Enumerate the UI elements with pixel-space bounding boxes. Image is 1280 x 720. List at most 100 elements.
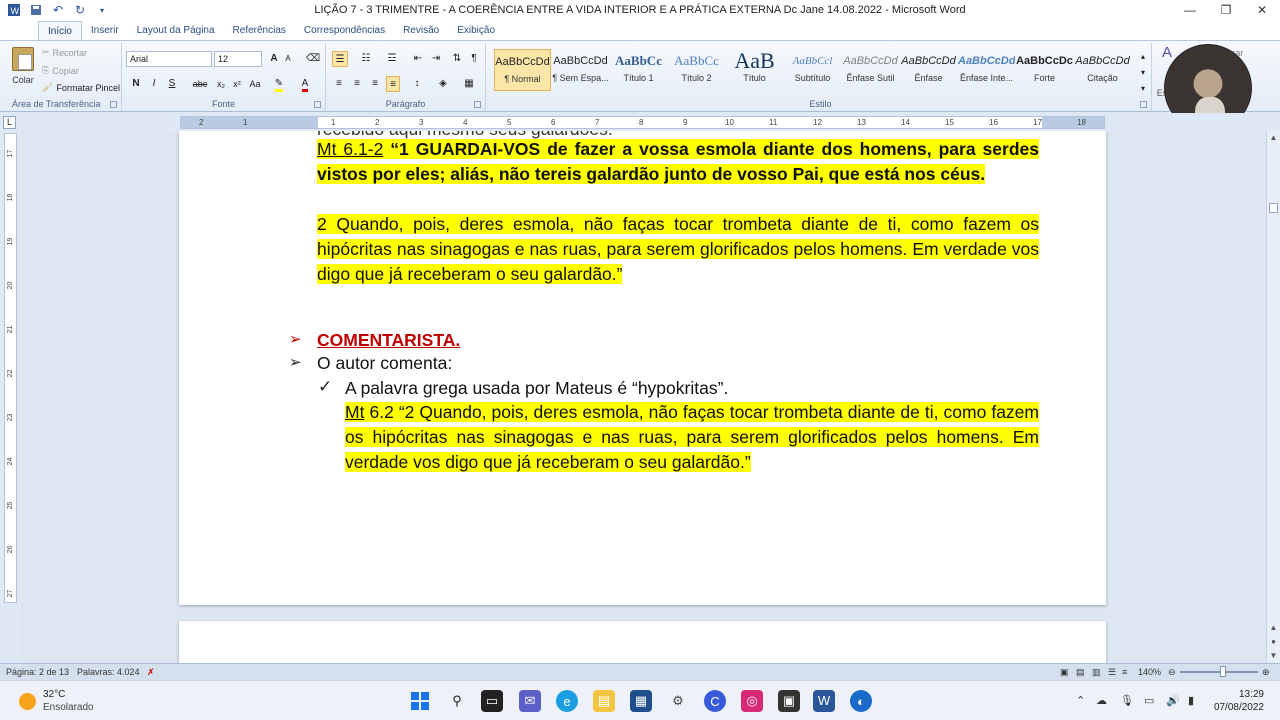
styles-more-icon[interactable]: ▾ xyxy=(1138,81,1148,97)
shading-icon[interactable]: ◈ xyxy=(434,76,452,92)
numbering-icon[interactable]: ☷ xyxy=(358,51,374,67)
styles-launcher[interactable] xyxy=(1140,101,1147,108)
shrink-font-button[interactable]: A xyxy=(282,51,294,67)
archive-icon[interactable]: ▣ xyxy=(778,690,800,712)
style-subtitle[interactable]: AaBbCcl Subtítulo xyxy=(784,49,841,91)
battery-icon[interactable]: ▮ xyxy=(1188,694,1194,707)
microphone-icon[interactable]: 🎙 xyxy=(1120,694,1134,707)
search-icon[interactable]: ⚲ xyxy=(446,690,468,712)
increase-indent-icon[interactable]: ⇥ xyxy=(428,51,444,67)
font-launcher[interactable] xyxy=(314,101,321,108)
print-layout-icon[interactable]: ▣ xyxy=(1060,667,1069,678)
line-spacing-icon[interactable]: ↕ xyxy=(408,76,426,92)
onedrive-icon[interactable]: ☁ xyxy=(1096,694,1107,707)
styles-scroll-up-icon[interactable]: ▴ xyxy=(1138,49,1148,65)
font-size-box[interactable]: 12 xyxy=(214,51,262,67)
multilevel-list-icon[interactable]: ☲ xyxy=(384,51,400,67)
show-hidden-icons[interactable]: ⌃ xyxy=(1076,694,1085,707)
settings-gear-icon[interactable]: ⚙ xyxy=(667,690,689,712)
weather-temp[interactable]: 32°C xyxy=(43,689,65,700)
justify-icon[interactable]: ≡ xyxy=(386,76,400,92)
select-browse-icon[interactable]: ● xyxy=(1267,635,1280,649)
change-case-button[interactable]: Aa xyxy=(246,76,264,92)
save-icon[interactable] xyxy=(28,2,44,18)
zoom-out-icon[interactable]: ⊖ xyxy=(1168,667,1176,678)
highlight-color-icon[interactable]: ✎ xyxy=(272,76,286,92)
tab-exibicao[interactable]: Exibição xyxy=(448,21,504,40)
style-subtle-emphasis[interactable]: AaBbCcDd Ênfase Sutil xyxy=(842,49,899,91)
style-emphasis[interactable]: AaBbCcDd Ênfase xyxy=(900,49,957,91)
outline-icon[interactable]: ☰ xyxy=(1108,667,1116,678)
edge-icon[interactable]: e xyxy=(556,690,578,712)
undo-icon[interactable]: ↶ xyxy=(50,2,66,18)
clear-format-icon[interactable]: ⌫ xyxy=(306,51,320,67)
scroll-up-icon[interactable]: ▲ xyxy=(1267,131,1280,145)
paragraph-launcher[interactable] xyxy=(474,101,481,108)
restore-button[interactable]: ❐ xyxy=(1208,0,1244,20)
grow-font-button[interactable]: A xyxy=(268,51,280,67)
next-page[interactable] xyxy=(179,621,1106,663)
instagram-icon[interactable]: ◎ xyxy=(741,690,763,712)
style-no-spacing[interactable]: AaBbCcDd ¶ Sem Espa... xyxy=(552,49,609,91)
zoom-in-icon[interactable]: ⊕ xyxy=(1262,667,1270,678)
full-screen-icon[interactable]: ▤ xyxy=(1076,667,1085,678)
bullets-icon[interactable]: ☰ xyxy=(332,51,348,67)
italic-button[interactable]: I xyxy=(148,76,160,92)
weather-desc[interactable]: Ensolarado xyxy=(43,702,94,713)
scroll-thumb[interactable] xyxy=(1269,203,1278,213)
task-view-icon[interactable]: ▭ xyxy=(481,690,503,712)
style-heading-2[interactable]: AaBbCc Título 2 xyxy=(668,49,725,91)
style-strong[interactable]: AaBbCcDc Forte xyxy=(1016,49,1073,91)
show-marks-button[interactable]: ¶ xyxy=(468,51,480,67)
align-left-icon[interactable]: ≡ xyxy=(332,76,346,92)
store-icon[interactable]: ▦ xyxy=(630,690,652,712)
tab-correspondencias[interactable]: Correspondências xyxy=(295,21,394,40)
app-c-icon[interactable]: C xyxy=(704,690,726,712)
page-count[interactable]: Página: 2 de 13 xyxy=(6,667,69,677)
sort-icon[interactable]: ⇅ xyxy=(450,51,464,67)
word-count[interactable]: Palavras: 4.024 xyxy=(77,667,140,677)
vertical-scrollbar[interactable]: ▲ ▲ ● ▼ xyxy=(1266,131,1280,663)
sun-icon[interactable] xyxy=(19,693,36,710)
web-layout-icon[interactable]: ▥ xyxy=(1092,667,1101,678)
draft-icon[interactable]: ≡ xyxy=(1122,667,1127,677)
network-icon[interactable]: ▭ xyxy=(1144,694,1154,707)
app-shield-icon[interactable]: ◐ xyxy=(850,690,872,712)
style-title[interactable]: AaB Título xyxy=(726,49,783,91)
font-name-box[interactable]: Arial xyxy=(126,51,212,67)
word-app-icon[interactable]: W xyxy=(6,2,22,18)
zoom-slider-thumb[interactable] xyxy=(1220,666,1226,677)
styles-scroll-down-icon[interactable]: ▾ xyxy=(1138,65,1148,81)
close-button[interactable]: ✕ xyxy=(1244,0,1280,20)
prev-page-icon[interactable]: ▲ xyxy=(1267,621,1280,635)
format-painter-button[interactable]: 🖌 Formatar Pincel xyxy=(42,82,120,93)
zoom-level[interactable]: 140% xyxy=(1138,667,1161,677)
decrease-indent-icon[interactable]: ⇤ xyxy=(410,51,426,67)
clock[interactable]: 13:29 07/08/2022 xyxy=(1214,688,1264,714)
windows-start-icon[interactable] xyxy=(409,690,431,712)
superscript-button[interactable]: x² xyxy=(230,76,244,92)
volume-icon[interactable]: 🔊 xyxy=(1166,694,1180,707)
bold-button[interactable]: N xyxy=(130,76,142,92)
font-color-icon[interactable]: A xyxy=(298,76,312,92)
customize-qat-icon[interactable]: ▾ xyxy=(94,2,110,18)
redo-icon[interactable]: ↻ xyxy=(72,2,88,18)
proofing-icon[interactable]: ✗ xyxy=(147,667,155,678)
underline-button[interactable]: S xyxy=(166,76,178,92)
tab-referencias[interactable]: Referências xyxy=(224,21,295,40)
tab-revisao[interactable]: Revisão xyxy=(394,21,448,40)
file-explorer-icon[interactable]: ▤ xyxy=(593,690,615,712)
zoom-slider[interactable] xyxy=(1180,671,1258,673)
chat-icon[interactable]: ✉ xyxy=(519,690,541,712)
word-taskbar-icon[interactable]: W xyxy=(813,690,835,712)
paste-button[interactable]: Colar xyxy=(8,47,38,85)
style-heading-1[interactable]: AaBbCc Título 1 xyxy=(610,49,667,91)
style-normal[interactable]: AaBbCcDd ¶ Normal xyxy=(494,49,551,91)
borders-icon[interactable]: ▦ xyxy=(460,76,478,92)
align-right-icon[interactable]: ≡ xyxy=(368,76,382,92)
document-page[interactable]: recebido aqui mesmo seus galardões. Mt 6… xyxy=(179,131,1106,605)
align-center-icon[interactable]: ≡ xyxy=(350,76,364,92)
subscript-button[interactable]: x₂ xyxy=(214,76,228,92)
clipboard-launcher[interactable] xyxy=(110,101,117,108)
next-page-icon[interactable]: ▼ xyxy=(1267,649,1280,663)
